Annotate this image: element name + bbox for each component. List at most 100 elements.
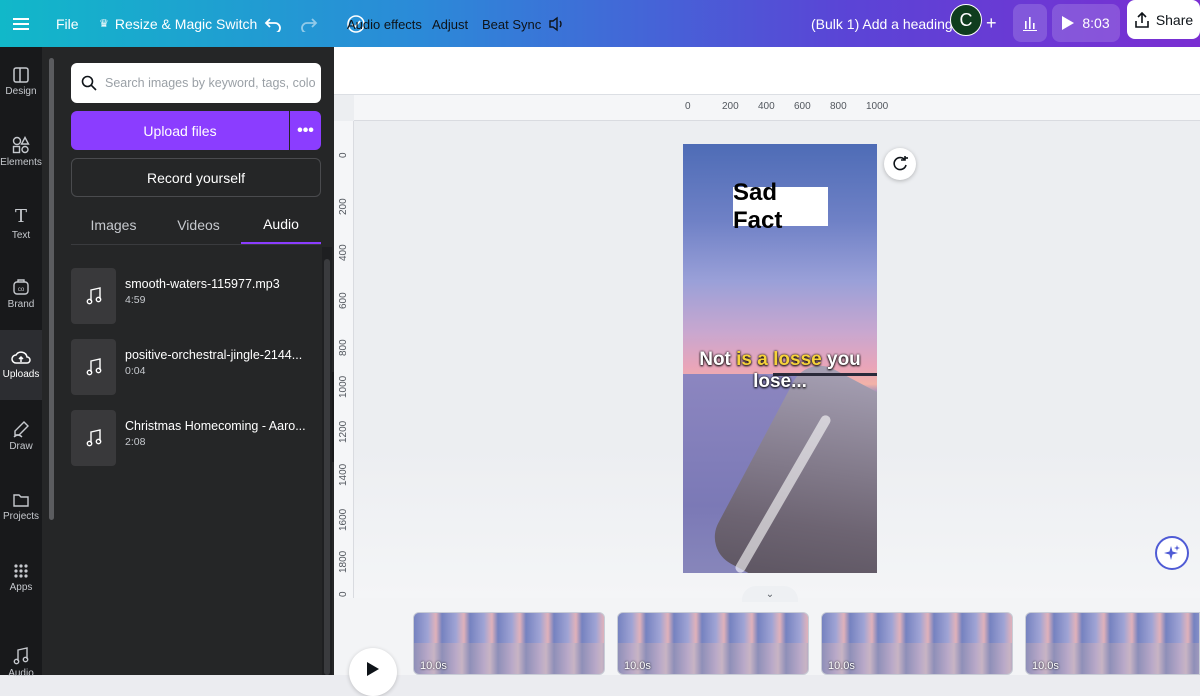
insights-button[interactable] bbox=[1013, 4, 1047, 42]
audio-thumbnail bbox=[71, 268, 116, 324]
rail-item-projects[interactable]: Projects bbox=[0, 472, 42, 542]
share-label: Share bbox=[1155, 11, 1194, 28]
clip-duration: 10.0s bbox=[624, 660, 651, 672]
horizontal-ruler: 0 200 400 600 800 1000 bbox=[354, 95, 1200, 121]
rail-item-elements[interactable]: Elements bbox=[0, 117, 42, 187]
audio-duration: 2:08 bbox=[125, 436, 146, 448]
bar-chart-icon bbox=[1023, 17, 1037, 31]
audio-thumbnail bbox=[71, 339, 116, 395]
projects-icon bbox=[13, 494, 29, 507]
document-title[interactable]: (Bulk 1) Add a heading bbox=[811, 0, 953, 47]
list-item[interactable]: smooth-waters-115977.mp3 4:59 bbox=[71, 268, 321, 324]
share-button[interactable]: Share bbox=[1127, 0, 1200, 39]
search-input[interactable] bbox=[105, 76, 315, 90]
redo-icon[interactable] bbox=[300, 0, 318, 47]
caption-part: Not bbox=[699, 349, 737, 370]
rail-label: Apps bbox=[9, 582, 33, 593]
ruler-label: 0 bbox=[685, 101, 691, 112]
rail-item-draw[interactable]: Draw bbox=[0, 401, 42, 471]
avatar[interactable]: C bbox=[950, 4, 982, 36]
rail-label: Draw bbox=[9, 441, 33, 452]
rail-scrollbar[interactable] bbox=[49, 58, 54, 520]
file-menu[interactable]: File bbox=[56, 0, 79, 47]
text-icon: T bbox=[14, 205, 27, 227]
clip-duration: 10.0s bbox=[828, 660, 855, 672]
caption-part: you bbox=[821, 349, 861, 370]
audio-name: smooth-waters-115977.mp3 bbox=[125, 277, 280, 291]
timeline-clip[interactable]: 10.0s bbox=[617, 612, 809, 675]
upload-files-button[interactable]: Upload files bbox=[71, 111, 289, 150]
tab-images[interactable]: Images bbox=[71, 206, 156, 244]
rail-label: Uploads bbox=[2, 369, 40, 380]
rail-label: Elements bbox=[0, 157, 42, 168]
add-collaborator-icon[interactable]: + bbox=[986, 0, 997, 47]
resize-magic-switch-button[interactable]: ♛ Resize & Magic Switch bbox=[99, 0, 257, 47]
brand-icon: co bbox=[13, 279, 29, 295]
tab-audio[interactable]: Audio bbox=[241, 206, 321, 244]
play-icon bbox=[1062, 16, 1075, 30]
ruler-label: 600 bbox=[794, 101, 811, 112]
panel-scrollbar[interactable] bbox=[322, 247, 332, 675]
ruler-label: 400 bbox=[758, 101, 775, 112]
timeline-clip[interactable]: 10.0s bbox=[1025, 612, 1200, 675]
clip-thumbnails bbox=[822, 613, 1012, 643]
clip-thumbnails bbox=[1026, 613, 1199, 643]
volume-icon[interactable] bbox=[548, 0, 566, 48]
rail-item-apps[interactable]: Apps bbox=[0, 543, 42, 613]
play-icon bbox=[367, 662, 379, 676]
list-item[interactable]: Christmas Homecoming - Aaro... 2:08 bbox=[71, 410, 321, 466]
rail-item-brand[interactable]: co Brand bbox=[0, 259, 42, 329]
crown-icon: ♛ bbox=[99, 18, 109, 30]
rail-item-design[interactable]: Design bbox=[0, 47, 42, 117]
list-item[interactable]: positive-orchestral-jingle-2144... 0:04 bbox=[71, 339, 321, 395]
design-page[interactable]: Sad Fact Not is a losse you lose... bbox=[683, 144, 877, 573]
clip-duration: 10.0s bbox=[420, 660, 447, 672]
apps-icon bbox=[14, 564, 28, 578]
ruler-label: 1400 bbox=[338, 463, 349, 486]
rail-item-uploads[interactable]: Uploads bbox=[0, 330, 42, 400]
tab-videos[interactable]: Videos bbox=[156, 206, 241, 244]
rail-item-audio[interactable]: Audio bbox=[0, 623, 42, 693]
clip-thumbnails bbox=[414, 613, 604, 643]
upload-more-options-icon[interactable]: ••• bbox=[290, 111, 321, 150]
ruler-label: 1600 bbox=[338, 508, 349, 531]
caption-text[interactable]: Not is a losse you lose... bbox=[683, 349, 877, 393]
present-play-button[interactable]: 8:03 bbox=[1052, 4, 1120, 42]
record-yourself-button[interactable]: Record yourself bbox=[71, 158, 321, 197]
heading-text[interactable]: Sad Fact bbox=[733, 179, 828, 234]
ruler-label: 1800 bbox=[338, 550, 349, 573]
rail-item-text[interactable]: T Text bbox=[0, 188, 42, 258]
timeline-clip[interactable]: 10.0s bbox=[413, 612, 605, 675]
context-toolbar bbox=[334, 47, 1200, 95]
ruler-label: 400 bbox=[338, 244, 349, 261]
ruler-label: 1000 bbox=[338, 375, 349, 398]
search-box[interactable] bbox=[71, 63, 321, 103]
ruler-label: 800 bbox=[830, 101, 847, 112]
audio-effects-button[interactable]: Audio effects bbox=[347, 0, 422, 48]
beat-sync-button[interactable]: Beat Sync bbox=[482, 0, 541, 48]
menu-icon[interactable] bbox=[13, 0, 29, 47]
draw-icon bbox=[13, 421, 29, 438]
top-bar: File ♛ Resize & Magic Switch (Bulk 1) Ad… bbox=[0, 0, 1200, 47]
timeline-clip[interactable]: 10.0s bbox=[821, 612, 1013, 675]
rail-label: Projects bbox=[2, 511, 40, 522]
vertical-ruler: 0 200 400 600 800 1000 1200 1400 1600 18… bbox=[334, 121, 354, 598]
music-note-icon bbox=[86, 358, 101, 376]
chevron-down-icon[interactable]: ⌄ bbox=[742, 586, 798, 602]
ruler-label: 200 bbox=[722, 101, 739, 112]
play-duration: 8:03 bbox=[1082, 15, 1110, 31]
scrollbar-thumb[interactable] bbox=[324, 259, 330, 675]
music-note-icon bbox=[86, 287, 101, 305]
refresh-icon[interactable] bbox=[884, 148, 916, 180]
resize-label: Resize & Magic Switch bbox=[114, 15, 258, 32]
magic-sparkle-icon[interactable] bbox=[1155, 536, 1189, 570]
timeline-play-button[interactable] bbox=[349, 648, 397, 696]
uploads-icon bbox=[11, 351, 31, 364]
design-icon bbox=[13, 67, 29, 83]
share-icon bbox=[1135, 11, 1149, 28]
elements-icon bbox=[12, 136, 30, 154]
adjust-button[interactable]: Adjust bbox=[432, 0, 468, 48]
ruler-label: 0 bbox=[338, 152, 349, 158]
undo-icon[interactable] bbox=[264, 0, 282, 47]
audio-duration: 0:04 bbox=[125, 365, 146, 377]
